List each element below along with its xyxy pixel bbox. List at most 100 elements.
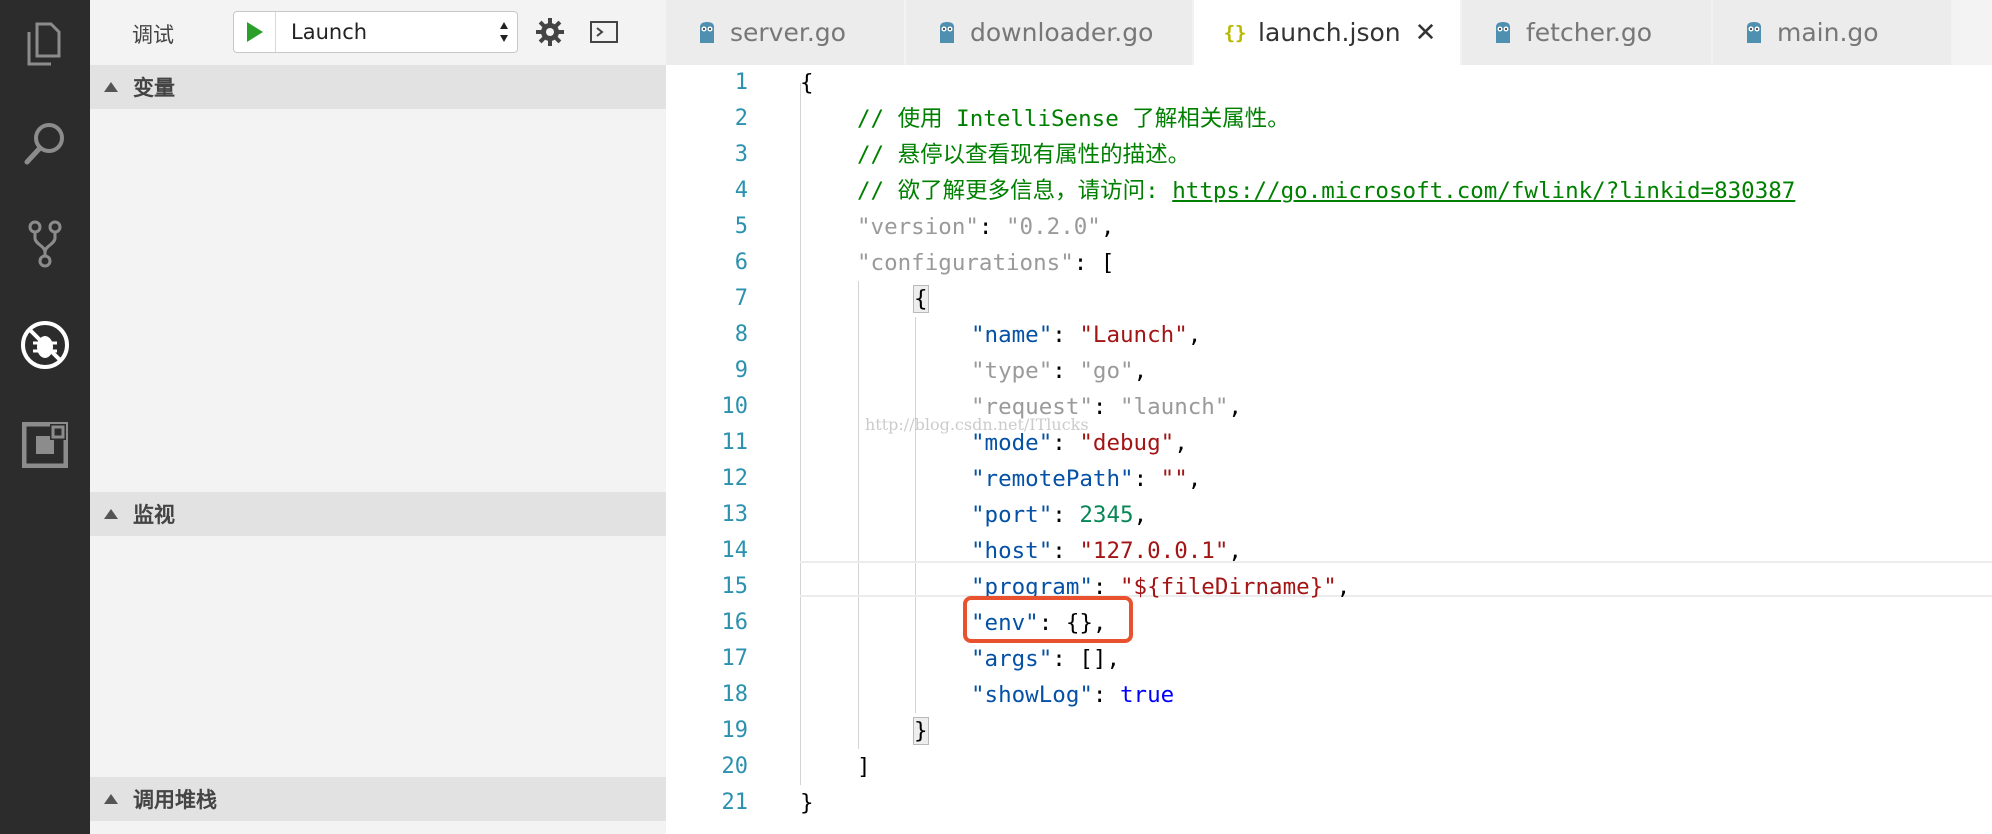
- line-number: 15: [721, 574, 749, 599]
- json-value: []: [1079, 646, 1107, 672]
- line-number: 9: [734, 358, 748, 383]
- debug-toolbar: 调试 Launch: [90, 0, 666, 65]
- debug-icon[interactable]: [13, 313, 77, 377]
- indent-guide: [858, 281, 859, 749]
- comment: // 欲了解更多信息，请访问:: [857, 178, 1173, 204]
- debug-sidebar: 调试 Launch 变量 监视 调用堆栈: [90, 0, 666, 834]
- line-number: 20: [721, 754, 749, 779]
- json-key: "type": [971, 358, 1053, 384]
- json-value: "": [1160, 466, 1188, 492]
- extensions-icon[interactable]: [13, 413, 77, 477]
- line-number: 13: [721, 502, 749, 527]
- variables-section-header[interactable]: 变量: [90, 65, 666, 109]
- json-key: "name": [971, 322, 1053, 348]
- callstack-section-label: 调用堆栈: [133, 788, 217, 812]
- source-control-icon[interactable]: [13, 212, 77, 276]
- json-value: "127.0.0.1": [1079, 538, 1229, 564]
- indent-guide: [800, 83, 801, 785]
- select-arrows-icon: [500, 22, 508, 42]
- comment: // 悬停以查看现有属性的描述。: [857, 142, 1191, 168]
- go-gopher-icon: [696, 20, 718, 46]
- tab-downloader-go[interactable]: downloader.go: [906, 0, 1194, 65]
- code-line-20: ]: [857, 754, 871, 780]
- code-line-14: "host": "127.0.0.1",: [971, 538, 1242, 564]
- code-line-6: "configurations": [: [857, 250, 1115, 276]
- launch-configuration-label: Launch: [291, 20, 368, 44]
- line-number: 14: [721, 538, 749, 563]
- json-value: true: [1120, 682, 1175, 708]
- code-line-17: "args": [],: [971, 646, 1121, 672]
- code-line-1: {: [800, 70, 814, 96]
- json-value: 2345: [1079, 502, 1134, 528]
- code-line-9: "type": "go",: [971, 358, 1148, 384]
- line-number: 8: [734, 322, 748, 347]
- code-editor[interactable]: 1 2 3 4 5 6 7 8 9 10 11 12 13 14 15 16 1…: [666, 65, 1992, 834]
- json-key: "showLog": [971, 682, 1093, 708]
- explorer-icon[interactable]: [13, 13, 77, 77]
- line-number: 18: [721, 682, 749, 707]
- json-value: "launch": [1120, 394, 1229, 420]
- editor-tabbar: server.go downloader.go {} launch.json ✕…: [666, 0, 1992, 65]
- tab-main-go[interactable]: main.go: [1713, 0, 1953, 65]
- line-number: 6: [734, 250, 748, 275]
- code-line-2: // 使用 IntelliSense 了解相关属性。: [857, 101, 1290, 137]
- line-number: 3: [734, 142, 748, 167]
- line-number: 4: [734, 178, 748, 203]
- start-debugging-button[interactable]: [234, 12, 276, 52]
- code-line-5: "version": "0.2.0",: [857, 214, 1115, 240]
- code-line-7: {: [913, 285, 929, 313]
- json-key: "host": [971, 538, 1053, 564]
- tab-fetcher-go[interactable]: fetcher.go: [1462, 0, 1713, 65]
- collapse-triangle-icon: [104, 82, 118, 92]
- json-value: "go": [1079, 358, 1134, 384]
- json-value: "0.2.0": [1006, 214, 1101, 240]
- line-number: 19: [721, 718, 749, 743]
- code-line-8: "name": "Launch",: [971, 322, 1202, 348]
- line-number: 12: [721, 466, 749, 491]
- play-icon: [246, 22, 263, 42]
- code-line-21: }: [800, 790, 814, 816]
- line-number: 7: [734, 286, 748, 311]
- tab-launch-json[interactable]: {} launch.json ✕: [1194, 0, 1462, 65]
- line-number: 1: [734, 70, 748, 95]
- go-gopher-icon: [936, 20, 958, 46]
- docs-link[interactable]: https://go.microsoft.com/fwlink/?linkid=…: [1172, 178, 1795, 204]
- tab-label: launch.json: [1258, 18, 1401, 47]
- env-highlight-box: [963, 596, 1133, 643]
- json-value: "${fileDirname}": [1120, 574, 1337, 600]
- json-braces-icon: {}: [1223, 21, 1247, 44]
- tab-server-go[interactable]: server.go: [666, 0, 906, 65]
- gear-icon[interactable]: [532, 14, 568, 50]
- close-icon[interactable]: ✕: [1415, 18, 1437, 48]
- tab-label: main.go: [1777, 18, 1879, 47]
- comment: // 使用 IntelliSense 了解相关属性。: [857, 106, 1290, 132]
- go-gopher-icon: [1492, 20, 1514, 46]
- callstack-section-header[interactable]: 调用堆栈: [90, 777, 666, 821]
- line-number: 11: [721, 430, 749, 455]
- code-line-4: // 欲了解更多信息，请访问: https://go.microsoft.com…: [857, 173, 1795, 209]
- line-number-gutter: 1 2 3 4 5 6 7 8 9 10 11 12 13 14 15 16 1…: [666, 65, 766, 834]
- search-icon[interactable]: [13, 112, 77, 176]
- line-number: 2: [734, 106, 748, 131]
- json-key: "port": [971, 502, 1053, 528]
- go-gopher-icon: [1743, 20, 1765, 46]
- json-value: "Launch": [1079, 322, 1188, 348]
- json-key: "version": [857, 214, 979, 240]
- code-line-12: "remotePath": "",: [971, 466, 1202, 492]
- tab-label: downloader.go: [970, 18, 1154, 47]
- json-key: "args": [971, 646, 1053, 672]
- code-line-19: }: [913, 717, 929, 745]
- line-number: 10: [721, 394, 749, 419]
- watermark-text: http://blog.csdn.net/ITlucks: [865, 415, 1089, 434]
- variables-section-label: 变量: [133, 76, 175, 100]
- debug-console-icon[interactable]: [586, 14, 622, 50]
- code-line-3: // 悬停以查看现有属性的描述。: [857, 137, 1190, 173]
- line-number: 16: [721, 610, 749, 635]
- watch-section-header[interactable]: 监视: [90, 492, 666, 536]
- collapse-triangle-icon: [104, 794, 118, 804]
- tab-label: fetcher.go: [1526, 18, 1653, 47]
- json-key: "configurations": [857, 250, 1074, 276]
- launch-configuration-select[interactable]: Launch: [233, 11, 518, 53]
- code-line-18: "showLog": true: [971, 682, 1175, 708]
- code-line-13: "port": 2345,: [971, 502, 1148, 528]
